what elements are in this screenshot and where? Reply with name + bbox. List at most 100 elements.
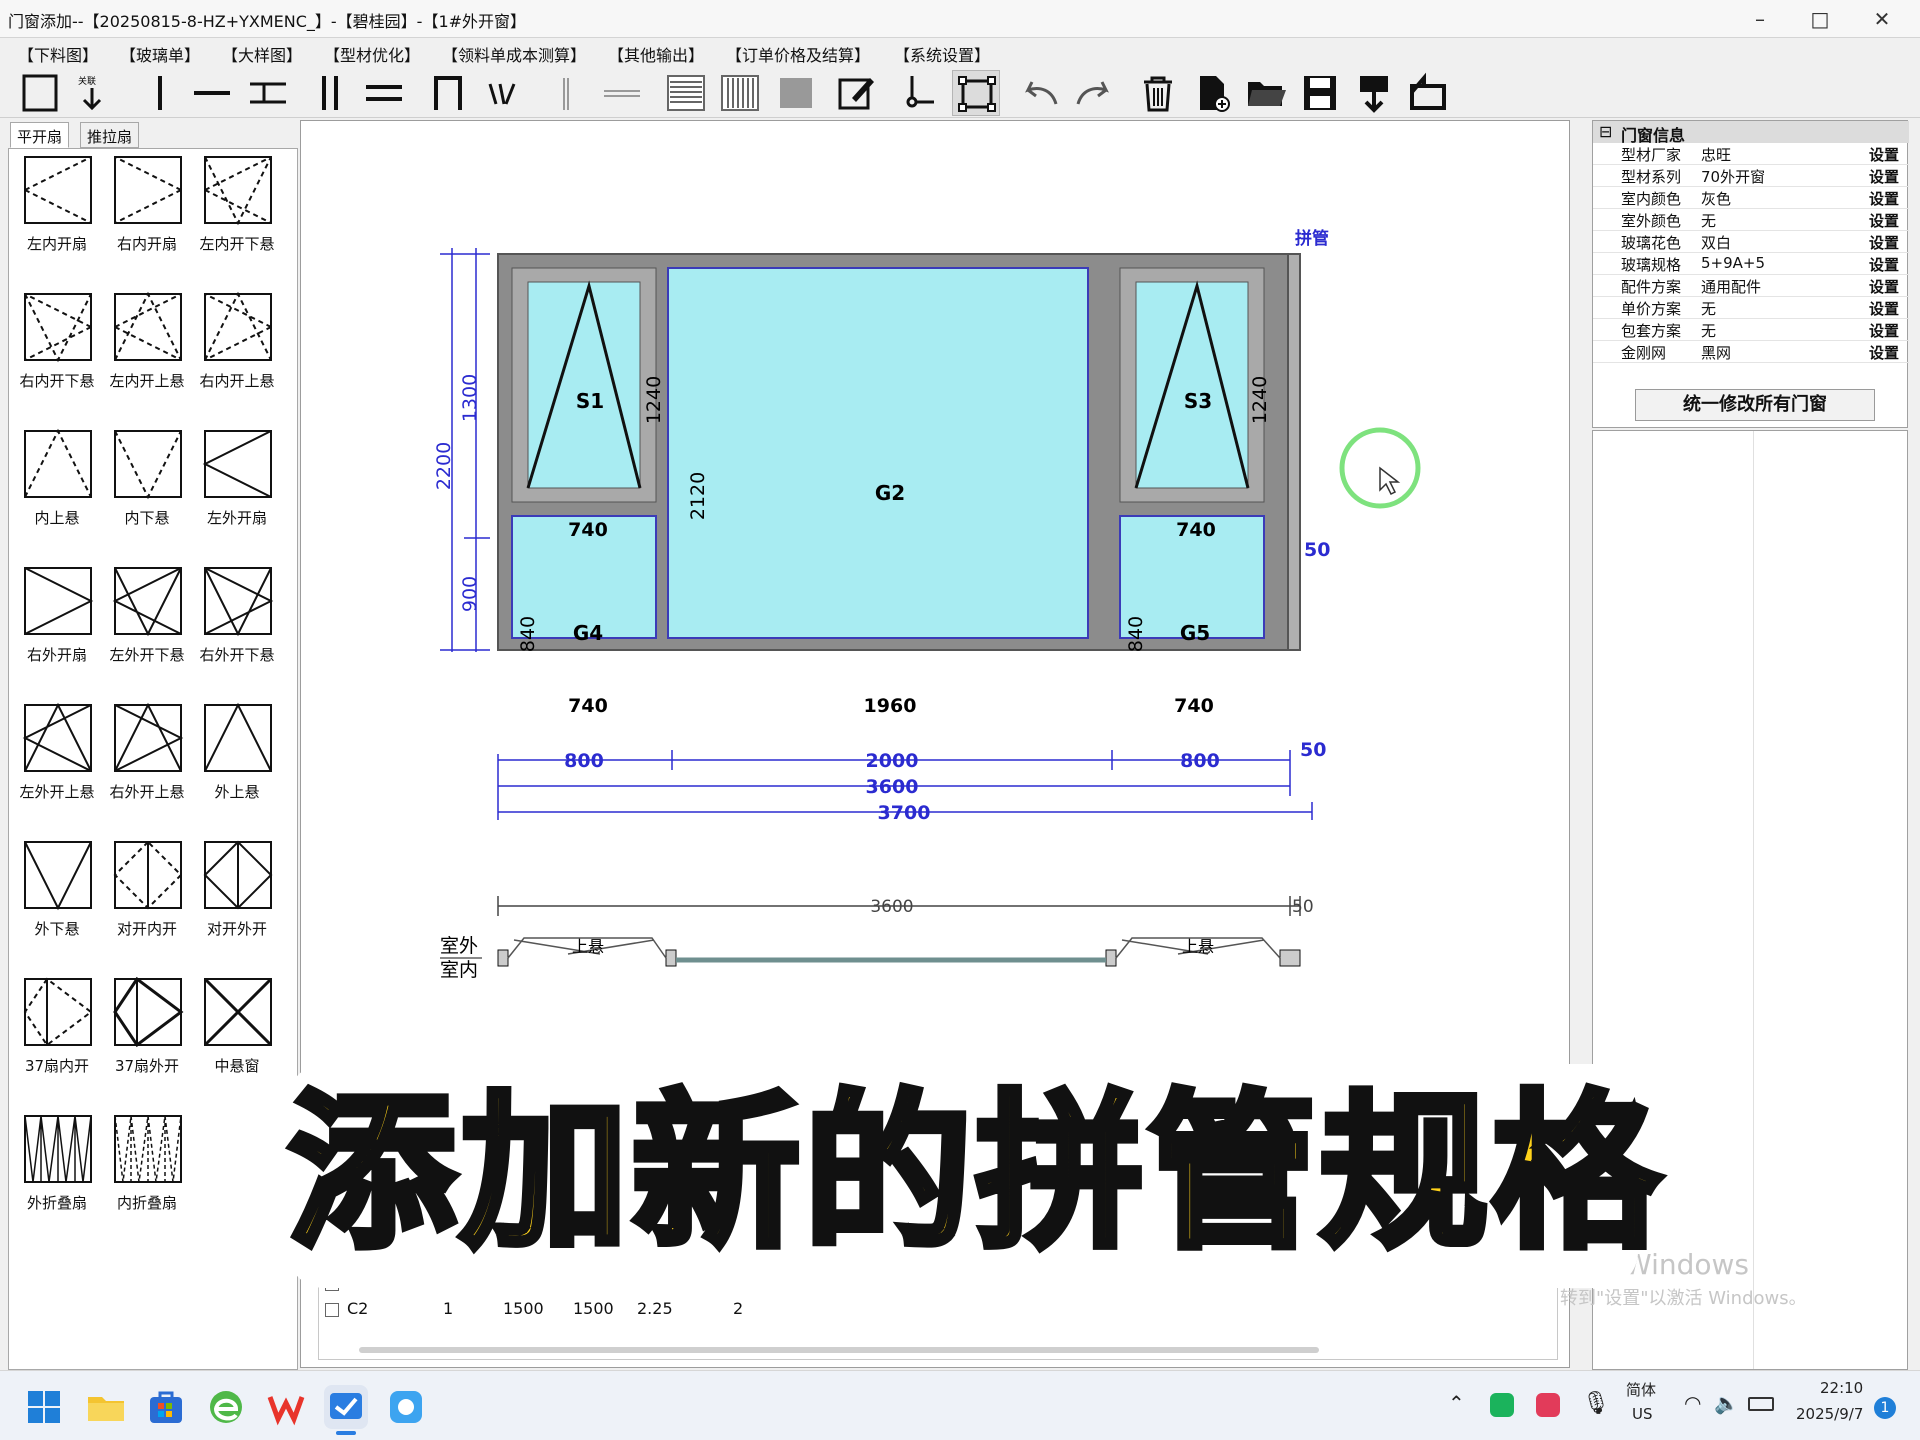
- tool-double-horizontal[interactable]: [360, 70, 408, 116]
- notification-badge[interactable]: 1: [1874, 1397, 1896, 1419]
- sash-type-5[interactable]: 右内开上悬: [195, 290, 279, 410]
- tool-mullion-split[interactable]: [244, 70, 292, 116]
- property-value[interactable]: 黑网: [1701, 342, 1731, 363]
- property-row[interactable]: 包套方案 无 设置: [1593, 319, 1909, 341]
- wechat-icon[interactable]: [1490, 1393, 1514, 1417]
- sash-type-19[interactable]: 37扇外开: [105, 975, 189, 1095]
- property-value[interactable]: 70外开窗: [1701, 166, 1765, 187]
- property-set-button[interactable]: 设置: [1869, 144, 1899, 165]
- sash-type-17[interactable]: 对开外开: [195, 838, 279, 958]
- property-set-button[interactable]: 设置: [1869, 342, 1899, 363]
- property-row[interactable]: 型材系列 70外开窗 设置: [1593, 165, 1909, 187]
- window-info-header[interactable]: ⊟ 门窗信息: [1593, 121, 1909, 145]
- tool-hardware[interactable]: [894, 70, 942, 116]
- menu-order-price[interactable]: 【订单价格及结算】: [726, 42, 870, 66]
- property-value[interactable]: 5+9A+5: [1701, 254, 1765, 272]
- tab-casement-sash[interactable]: 平开扇: [10, 122, 70, 148]
- property-row[interactable]: 室外颜色 无 设置: [1593, 209, 1909, 231]
- tool-louver-vertical[interactable]: [716, 70, 764, 116]
- ime-layout[interactable]: US: [1632, 1405, 1653, 1423]
- menu-detail-drawing[interactable]: 【大样图】: [222, 42, 302, 66]
- pane-g2[interactable]: [667, 267, 1089, 639]
- property-row[interactable]: 玻璃规格 5+9A+5 设置: [1593, 253, 1909, 275]
- browser-icon[interactable]: [204, 1385, 248, 1429]
- property-set-button[interactable]: 设置: [1869, 276, 1899, 297]
- tool-vertical-mullion[interactable]: [136, 70, 184, 116]
- store-icon[interactable]: [144, 1385, 188, 1429]
- export-icon[interactable]: [1350, 70, 1398, 116]
- new-file-icon[interactable]: [1188, 70, 1236, 116]
- sash-type-3[interactable]: 右内开下悬: [15, 290, 99, 410]
- property-value[interactable]: 双白: [1701, 232, 1731, 253]
- property-set-button[interactable]: 设置: [1869, 166, 1899, 187]
- property-row[interactable]: 室内颜色 灰色 设置: [1593, 187, 1909, 209]
- return-icon[interactable]: [1404, 70, 1452, 116]
- sash-type-11[interactable]: 右外开下悬: [195, 564, 279, 684]
- horizontal-scrollbar[interactable]: [359, 1347, 1319, 1353]
- sash-type-15[interactable]: 外下悬: [15, 838, 99, 958]
- property-value[interactable]: 通用配件: [1701, 276, 1761, 297]
- sash-type-9[interactable]: 右外开扇: [15, 564, 99, 684]
- redo-icon[interactable]: [1070, 70, 1118, 116]
- tool-link[interactable]: 关联: [68, 70, 116, 116]
- maximize-button[interactable]: □: [1800, 4, 1840, 34]
- menu-system-settings[interactable]: 【系统设置】: [894, 42, 990, 66]
- property-row[interactable]: 玻璃花色 双白 设置: [1593, 231, 1909, 253]
- property-value[interactable]: 无: [1701, 298, 1716, 319]
- menu-profile-optimize[interactable]: 【型材优化】: [324, 42, 420, 66]
- sash-type-2[interactable]: 左内开下悬: [195, 153, 279, 273]
- sash-type-12[interactable]: 左外开上悬: [15, 701, 99, 821]
- tool-frame[interactable]: [16, 70, 64, 116]
- sash-type-14[interactable]: 外上悬: [195, 701, 279, 821]
- sash-type-0[interactable]: 左内开扇: [15, 153, 99, 273]
- sash-type-20[interactable]: 中悬窗: [195, 975, 279, 1095]
- mullion-label[interactable]: 拼管: [1295, 228, 1329, 249]
- clock-time[interactable]: 22:10: [1820, 1379, 1863, 1397]
- property-set-button[interactable]: 设置: [1869, 210, 1899, 231]
- ime-language[interactable]: 简体: [1626, 1379, 1656, 1400]
- pane-s3[interactable]: [1135, 281, 1249, 489]
- coupling-mullion[interactable]: [1287, 253, 1301, 651]
- edit-icon[interactable]: [832, 70, 880, 116]
- property-row[interactable]: 配件方案 通用配件 设置: [1593, 275, 1909, 297]
- tool-horizontal-mullion[interactable]: [188, 70, 236, 116]
- menu-other-output[interactable]: 【其他输出】: [608, 42, 704, 66]
- property-set-button[interactable]: 设置: [1869, 298, 1899, 319]
- tool-double-vertical[interactable]: [306, 70, 354, 116]
- property-set-button[interactable]: 设置: [1869, 254, 1899, 275]
- sash-type-22[interactable]: 内折叠扇: [105, 1112, 189, 1232]
- window-designer-app-icon[interactable]: [324, 1385, 368, 1429]
- tool-slash[interactable]: [480, 70, 528, 116]
- property-value[interactable]: 灰色: [1701, 188, 1731, 209]
- microphone-icon[interactable]: 🎙: [1582, 1391, 1610, 1416]
- property-value[interactable]: 无: [1701, 320, 1716, 341]
- sash-type-16[interactable]: 对开内开: [105, 838, 189, 958]
- battery-icon[interactable]: [1748, 1397, 1774, 1411]
- tab-sliding-sash[interactable]: 推拉扇: [80, 122, 140, 148]
- sash-type-10[interactable]: 左外开下悬: [105, 564, 189, 684]
- app-icon[interactable]: [384, 1385, 428, 1429]
- minimize-button[interactable]: –: [1740, 4, 1780, 34]
- sash-type-13[interactable]: 右外开上悬: [105, 701, 189, 821]
- wps-icon[interactable]: [264, 1385, 308, 1429]
- property-value[interactable]: 忠旺: [1701, 144, 1731, 165]
- sash-type-4[interactable]: 左内开上悬: [105, 290, 189, 410]
- property-row[interactable]: 金刚网 黑网 设置: [1593, 341, 1909, 363]
- close-button[interactable]: ✕: [1862, 4, 1902, 34]
- tool-thin-vertical[interactable]: [542, 70, 590, 116]
- sash-type-18[interactable]: 37扇内开: [15, 975, 99, 1095]
- menu-cutting-list[interactable]: 【下料图】: [18, 42, 98, 66]
- save-icon[interactable]: [1296, 70, 1344, 116]
- sash-type-6[interactable]: 内上悬: [15, 427, 99, 547]
- apply-all-windows-button[interactable]: 统一修改所有门窗: [1635, 389, 1875, 421]
- property-value[interactable]: 无: [1701, 210, 1716, 231]
- menu-material-cost[interactable]: 【领料单成本测算】: [442, 42, 586, 66]
- tool-louver-horizontal[interactable]: [662, 70, 710, 116]
- volume-icon[interactable]: 🔈: [1714, 1391, 1739, 1415]
- row-checkbox[interactable]: [325, 1303, 339, 1317]
- tool-panel-fill[interactable]: [772, 70, 820, 116]
- undo-icon[interactable]: [1016, 70, 1064, 116]
- sash-type-8[interactable]: 左外开扇: [195, 427, 279, 547]
- sash-type-1[interactable]: 右内开扇: [105, 153, 189, 273]
- tool-select-frame[interactable]: [952, 70, 1000, 116]
